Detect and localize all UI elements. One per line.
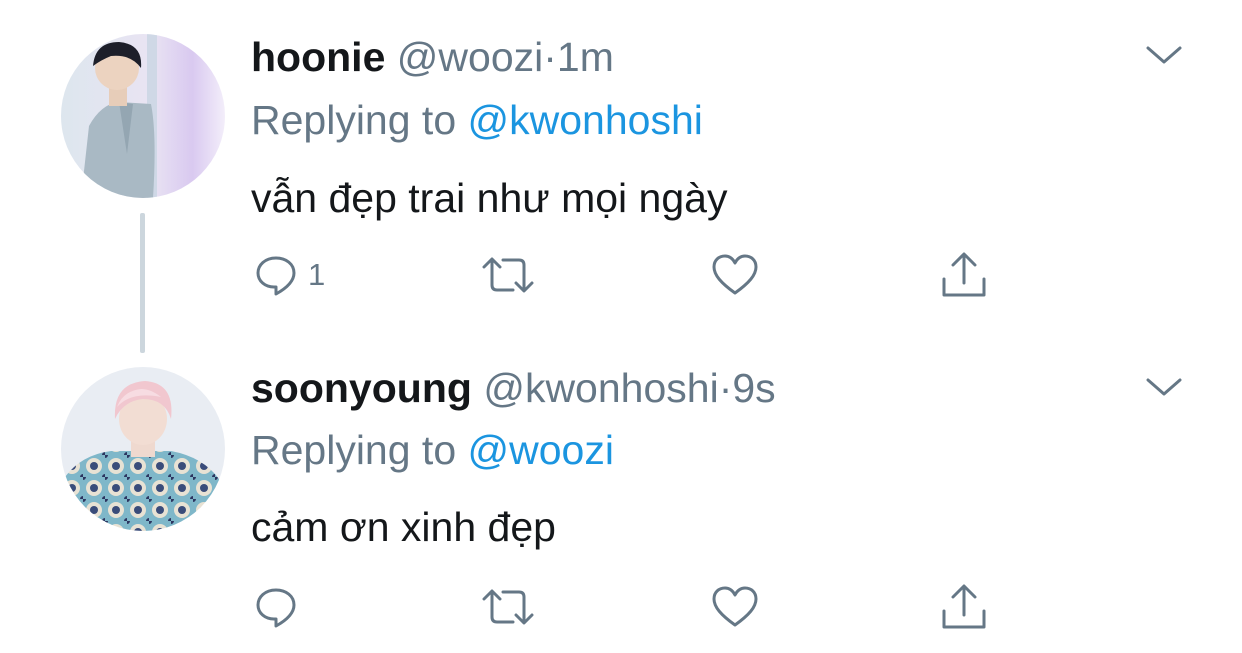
user-handle[interactable]: @kwonhoshi xyxy=(483,365,718,411)
reply-icon xyxy=(256,588,296,628)
like-button[interactable] xyxy=(711,582,759,632)
replying-to-label: Replying to xyxy=(251,427,468,473)
share-icon xyxy=(942,252,986,297)
user-handle[interactable]: @woozi xyxy=(397,34,543,80)
chevron-down-icon xyxy=(1146,46,1182,64)
tweet-options-button[interactable] xyxy=(1144,40,1184,70)
reply-count: 1 xyxy=(308,257,326,292)
tweet[interactable]: hoonie @woozi·1m Replying to @kwonhoshi … xyxy=(0,0,1242,353)
heart-icon xyxy=(712,254,758,295)
tweet[interactable]: soonyoung @kwonhoshi·9s Replying to @woo… xyxy=(0,340,1242,653)
timestamp[interactable]: 1m xyxy=(557,34,614,80)
retweet-button[interactable] xyxy=(481,582,535,632)
avatar-photo xyxy=(61,367,225,531)
replying-to-label: Replying to xyxy=(251,97,468,143)
replying-to-handle[interactable]: @kwonhoshi xyxy=(468,97,703,143)
retweet-button[interactable] xyxy=(481,250,535,300)
replying-to-line: Replying to @woozi xyxy=(251,425,614,475)
reply-icon xyxy=(256,256,296,296)
replying-to-line: Replying to @kwonhoshi xyxy=(251,95,703,145)
avatar[interactable] xyxy=(61,367,225,531)
tweet-header: hoonie @woozi·1m xyxy=(251,32,614,82)
display-name[interactable]: soonyoung xyxy=(251,365,472,411)
tweet-options-button[interactable] xyxy=(1144,372,1184,402)
retweet-icon xyxy=(482,589,534,625)
avatar[interactable] xyxy=(61,34,225,198)
retweet-icon xyxy=(482,257,534,293)
separator-dot: · xyxy=(543,34,557,80)
tweet-text: cảm ơn xinh đẹp xyxy=(251,504,556,550)
reply-button[interactable] xyxy=(254,582,308,632)
share-button[interactable] xyxy=(939,582,989,632)
avatar-photo xyxy=(61,34,225,198)
thread-connector xyxy=(140,213,145,353)
share-button[interactable] xyxy=(939,250,989,300)
timestamp[interactable]: 9s xyxy=(732,365,775,411)
display-name[interactable]: hoonie xyxy=(251,34,385,80)
tweet-header: soonyoung @kwonhoshi·9s xyxy=(251,363,776,413)
separator-dot: · xyxy=(718,365,733,411)
share-icon xyxy=(942,584,986,629)
reply-button[interactable]: 1 xyxy=(254,250,325,300)
heart-icon xyxy=(712,586,758,627)
tweet-text: vẫn đẹp trai như mọi ngày xyxy=(251,175,728,221)
like-button[interactable] xyxy=(711,250,759,300)
chevron-down-icon xyxy=(1146,378,1182,396)
replying-to-handle[interactable]: @woozi xyxy=(468,427,614,473)
